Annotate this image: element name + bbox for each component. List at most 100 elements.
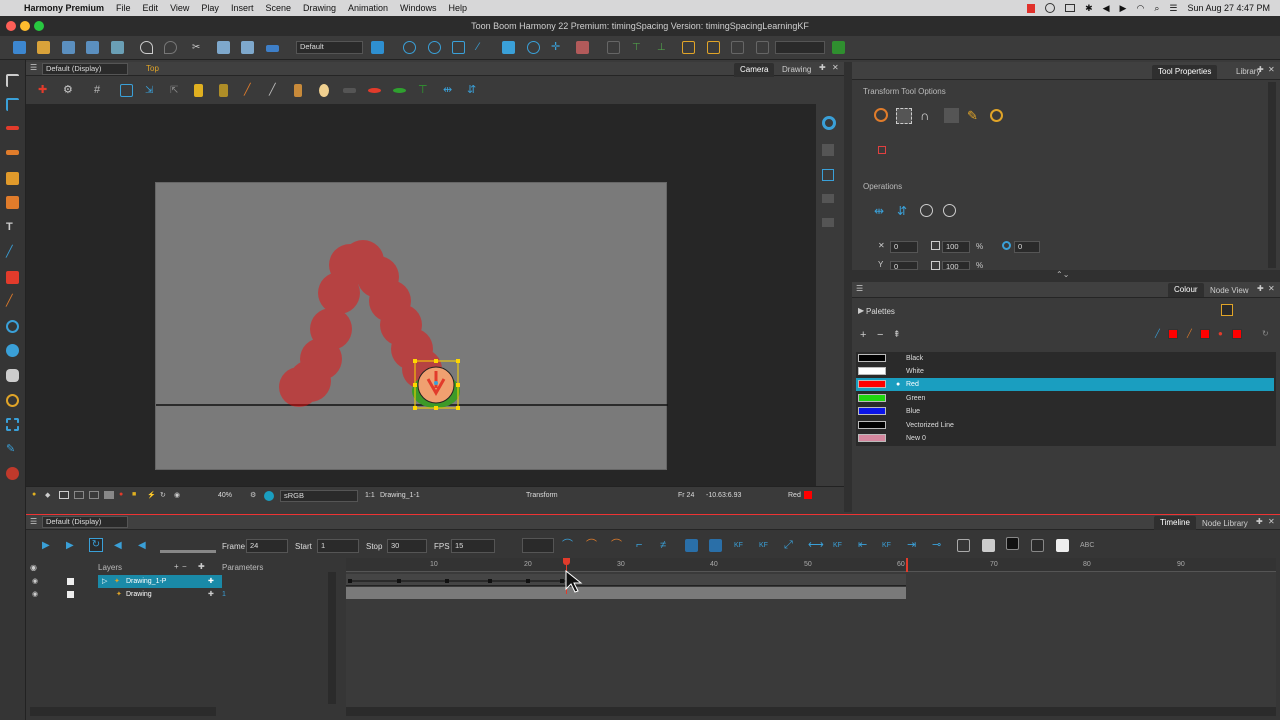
paste-icon[interactable] [241,41,254,54]
deformer-icon[interactable] [576,41,589,54]
brush-preset-icon[interactable] [266,45,279,52]
control-center-icon[interactable]: ☰ [1169,3,1177,14]
close-panel-icon-tl[interactable]: ✕ [1268,517,1275,526]
cut-icon[interactable]: ✂ [192,41,205,54]
color-space-icon[interactable] [264,491,274,501]
menu-play[interactable]: Play [201,3,219,13]
shade-icon[interactable] [104,491,114,499]
playback-speed-slider[interactable] [160,539,216,553]
swatch-white[interactable]: White [856,365,1274,378]
maximize-window-button[interactable] [34,21,44,31]
add-peg-icon[interactable]: ✚ [198,562,205,571]
marquee-icon[interactable] [896,108,912,124]
swatch-green[interactable]: Green [856,392,1274,405]
menu-view[interactable]: View [170,3,189,13]
contour-editor-icon[interactable] [6,98,19,111]
cutter-tool-icon[interactable]: ✎ [6,443,19,456]
remove-keyframe-icon[interactable]: KF [759,539,772,552]
ease-both-icon[interactable]: ⌒ [611,539,624,552]
colour-menu-icon[interactable]: ☰ [856,284,863,293]
layer-visibility-icon[interactable]: ◉ [30,563,37,572]
layer-row-drawing[interactable]: ◉ ✦ Drawing ✚ 1 [28,588,338,601]
ellipse-green-icon[interactable] [393,88,406,93]
scene-end-marker[interactable] [906,558,908,572]
rotate-tool-icon[interactable] [6,344,19,357]
settings-small-icon[interactable]: ⚙ [250,491,256,499]
layers-icon[interactable] [822,169,834,181]
layers-scrollbar[interactable] [30,707,216,716]
open-scene-icon[interactable] [37,41,50,54]
link-icon[interactable]: ↻ [1262,329,1269,338]
wifi-icon[interactable]: ◠ [1136,3,1144,14]
undo-icon[interactable] [140,41,153,54]
datetime[interactable]: Sun Aug 27 4:47 PM [1187,3,1270,13]
layer-down-icon[interactable] [822,218,834,227]
rotate-ccw-icon[interactable] [943,204,956,217]
onion-skin-icon[interactable] [403,41,416,54]
swatch-vectorized-line[interactable]: Vectorized Line [856,419,1274,432]
paint-bucket-icon[interactable]: ╱ [244,84,257,97]
refresh-icon[interactable]: ↻ [160,491,166,499]
flip-horizontal-icon[interactable]: ⇹ [443,84,456,97]
swatch-black[interactable]: Black [856,352,1274,365]
close-window-button[interactable] [6,21,16,31]
grid-toggle-icon[interactable] [731,41,744,54]
line-icon[interactable]: ╱ [269,84,282,97]
add-panel-icon-colour[interactable]: ✚ [1257,284,1264,293]
ease-in-icon[interactable]: ⌒ [562,539,575,552]
layer-checkbox[interactable] [67,578,74,585]
search-icon[interactable]: ⌕ [1154,3,1159,14]
settings-icon[interactable]: ⚙ [63,84,76,97]
angle-field[interactable]: 0 [1014,241,1040,253]
ink-tool-icon[interactable] [6,467,19,480]
play-status-icon[interactable]: ▶ [1120,3,1127,14]
layers-vertical-scrollbar[interactable] [328,572,336,704]
ellipse-red-icon[interactable] [368,88,381,93]
remove-swatch-icon[interactable]: − [877,329,883,341]
zoom-tool-icon[interactable] [6,320,19,333]
last-frame-icon[interactable]: KF [882,539,895,552]
motion-path-icon[interactable]: ⁄ [477,41,490,54]
loop-icon[interactable]: ↻ [89,538,103,552]
view-mode[interactable]: Top [146,64,159,73]
menu-file[interactable]: File [116,3,131,13]
height-field[interactable]: 100 [942,261,970,270]
ease-out-icon[interactable]: ⌒ [586,539,599,552]
onion-icon[interactable]: ◆ [45,491,50,499]
pot-icon[interactable]: ● [1218,329,1223,338]
menu-animation[interactable]: Animation [348,3,388,13]
flatten-icon[interactable] [343,88,356,93]
layer-expand-icon[interactable]: ▷ [102,575,107,588]
zoom-dropdown[interactable] [775,41,825,54]
lock-icon[interactable] [194,84,203,97]
menu-edit[interactable]: Edit [143,3,159,13]
mark-drawing-icon[interactable] [1031,539,1044,552]
hand-select-icon[interactable] [944,108,959,123]
next-keyframe-icon[interactable]: ⟷ [808,539,824,552]
swatch-red[interactable]: ● Red [856,378,1274,391]
add-panel-icon-tl[interactable]: ✚ [1256,517,1263,526]
menu-scene[interactable]: Scene [265,3,291,13]
add-panel-icon[interactable]: ✚ [819,63,826,72]
play-selection-icon[interactable]: ▶ [66,540,74,551]
playhead-handle[interactable] [563,558,570,565]
tab-tool-properties[interactable]: Tool Properties [1152,65,1218,79]
morphing-tool-icon[interactable] [6,394,19,407]
layer-stack-icon[interactable] [822,144,834,156]
tab-timeline[interactable]: Timeline [1154,516,1196,530]
safe-area-icon[interactable] [756,41,769,54]
tab-node-library[interactable]: Node Library [1196,517,1254,531]
timeline-display-dropdown[interactable]: Default (Display) [42,516,128,528]
flip-v-icon[interactable]: ⇵ [897,204,907,218]
previous-keyframe-icon[interactable]: ⤢ [784,539,797,552]
start-field[interactable]: 1 [317,539,359,553]
tool-properties-scrollbar[interactable] [1268,82,1276,268]
stop-field[interactable]: 30 [387,539,427,553]
frame-field[interactable]: 24 [246,539,288,553]
grid-icon[interactable]: # [94,84,107,97]
remove-layer-icon[interactable]: − [182,562,187,571]
layer-eye-icon[interactable]: ◉ [32,575,38,588]
rotate-90-icon[interactable] [920,204,933,217]
save-icon[interactable] [62,41,75,54]
palette-lock-icon[interactable] [1221,304,1233,316]
